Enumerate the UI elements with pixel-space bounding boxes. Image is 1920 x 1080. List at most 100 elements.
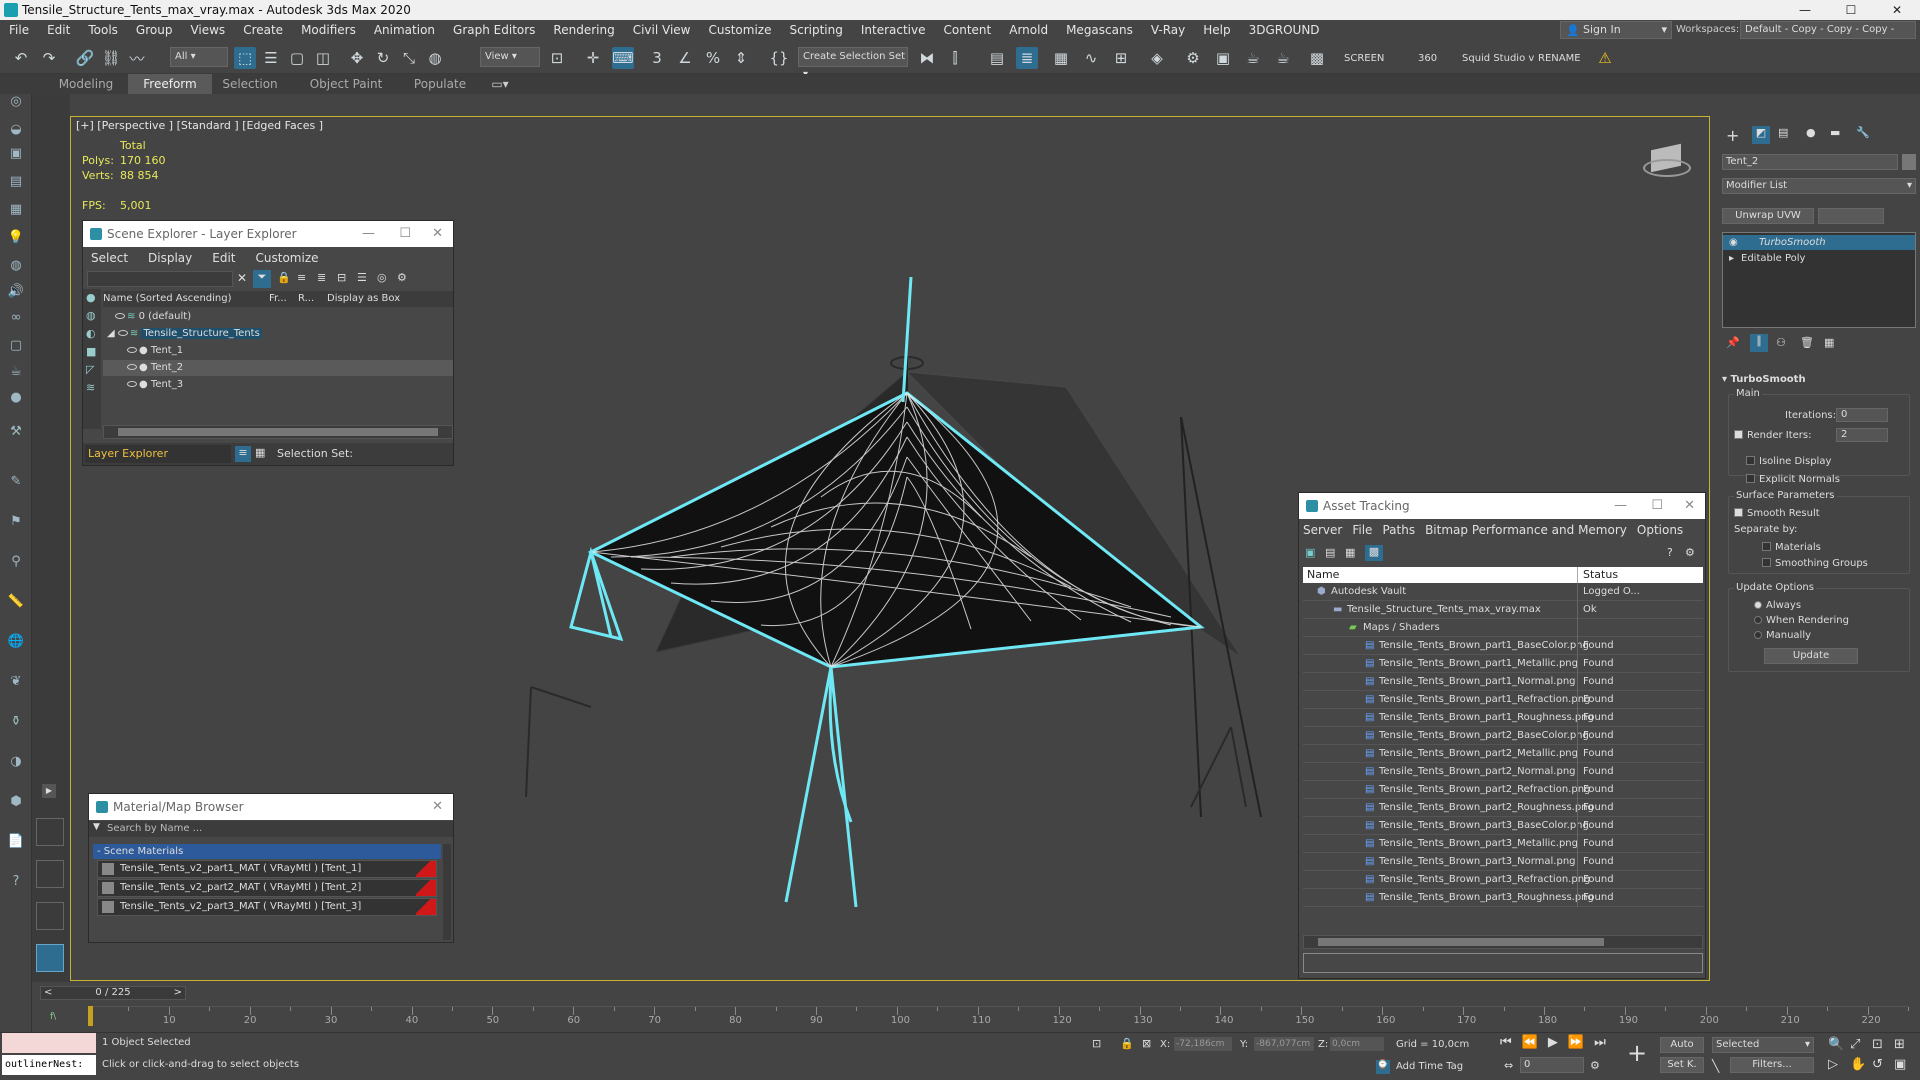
render-setup-icon[interactable]: ⚙ xyxy=(1182,47,1204,69)
menu-scripting[interactable]: Scripting xyxy=(780,20,851,40)
col-render-header[interactable]: R... xyxy=(298,293,314,304)
selection-lock-icon[interactable]: 🔒 xyxy=(1120,1037,1134,1050)
stack-item-editable-poly[interactable]: ▸ Editable Poly xyxy=(1723,251,1915,266)
curve-toggle-icon[interactable]: f\ xyxy=(50,1012,56,1022)
asset-row[interactable]: ▤ Tensile_Tents_Brown_part1_Roughness.png… xyxy=(1303,709,1703,727)
asset-row[interactable]: ▤ Tensile_Tents_Brown_part2_BaseColor.png… xyxy=(1303,727,1703,745)
select-manipulate-icon[interactable]: ✛ xyxy=(582,47,604,69)
teapot-icon[interactable]: ☕ xyxy=(6,364,26,382)
scale-icon[interactable]: ⤡ xyxy=(398,47,420,69)
hierarchy-tab-icon[interactable]: ▤ xyxy=(1778,126,1788,139)
tape-icon[interactable]: 📏 xyxy=(6,594,26,612)
tab-object-paint[interactable]: Object Paint xyxy=(306,74,386,94)
layout-grid-active[interactable] xyxy=(36,944,64,972)
visibility-eye-icon[interactable] xyxy=(127,364,137,370)
filters-button[interactable]: Filters... xyxy=(1730,1057,1814,1073)
scrollbar-thumb[interactable] xyxy=(1318,938,1604,946)
scene-materials-header[interactable]: - Scene Materials xyxy=(93,844,441,859)
lightbulb-icon[interactable]: 💡 xyxy=(6,230,26,248)
visibility-eye-icon[interactable] xyxy=(127,381,137,387)
tab-selection[interactable]: Selection xyxy=(212,74,288,94)
horizontal-scrollbar[interactable] xyxy=(103,425,453,439)
scrollbar-thumb[interactable] xyxy=(118,428,438,436)
material-search-input[interactable]: Search by Name ... xyxy=(107,823,202,834)
se-menu-display[interactable]: Display xyxy=(148,251,192,265)
view-cube-ring[interactable] xyxy=(1643,159,1691,177)
goto-start-icon[interactable]: ⏮ xyxy=(1500,1035,1512,1053)
x-coord-field[interactable]: -72,186cm xyxy=(1174,1037,1232,1051)
filter-icon[interactable]: ⏷ xyxy=(253,270,271,288)
workspaces-dropdown[interactable]: Default - Copy - Copy - Copy - Copy xyxy=(1740,21,1916,51)
display-tab-icon[interactable]: ▬ xyxy=(1830,126,1840,139)
add-layer-icon[interactable]: ≡ xyxy=(297,271,306,284)
menu-megascans[interactable]: Megascans xyxy=(1057,20,1142,40)
smooth-result-checkbox[interactable] xyxy=(1734,508,1743,517)
wrench-icon[interactable]: ⚒ xyxy=(6,424,26,442)
next-key-icon[interactable]: ⏩ xyxy=(1568,1035,1584,1053)
minimize-icon[interactable]: — xyxy=(1614,493,1627,519)
keyboard-shortcut-override-icon[interactable]: ⌨ xyxy=(612,47,634,69)
object-color-swatch[interactable] xyxy=(1902,154,1916,170)
maximize-viewport-icon[interactable]: ▣ xyxy=(1894,1057,1906,1072)
clear-search-icon[interactable]: ✕ xyxy=(237,271,247,285)
render-iters-spinner[interactable]: 2 xyxy=(1836,428,1888,442)
at-menu-server[interactable]: Server xyxy=(1303,523,1342,537)
rendered-frame-window-icon[interactable]: ▣ xyxy=(1212,47,1234,69)
visibility-eye-icon[interactable]: ◉ xyxy=(1729,235,1738,250)
earth-icon[interactable]: ◑ xyxy=(6,754,26,772)
asset-row[interactable]: ▤ Tensile_Tents_Brown_part1_Metallic.png F… xyxy=(1303,655,1703,673)
curve-editor-icon[interactable]: ∿ xyxy=(1080,47,1102,69)
col-name-header[interactable]: Name (Sorted Ascending) xyxy=(103,293,232,304)
material-item[interactable]: Tensile_Tents_v2_part3_MAT ( VRayMtl ) [… xyxy=(97,898,437,916)
at-menu-paths[interactable]: Paths xyxy=(1382,523,1415,537)
select-object-icon[interactable]: ⬚ xyxy=(234,47,256,69)
window-crossing-icon[interactable]: ◫ xyxy=(312,47,334,69)
box-icon[interactable]: ▢ xyxy=(6,338,26,356)
set-key-plus-icon[interactable]: + xyxy=(1622,1039,1652,1069)
angle-snap-icon[interactable]: ∠ xyxy=(674,47,696,69)
named-selection-dropdown[interactable]: Create Selection Set ▾ xyxy=(798,47,908,80)
asset-row[interactable]: ▤ Tensile_Tents_Brown_part1_BaseColor.png… xyxy=(1303,637,1703,655)
sphere-icon[interactable]: ● xyxy=(6,390,26,408)
asset-row[interactable]: ▤ Tensile_Tents_Brown_part1_Refraction.pn… xyxy=(1303,691,1703,709)
isolate-icon[interactable]: ⊡ xyxy=(1092,1037,1101,1050)
layout-grid-1[interactable] xyxy=(36,818,64,846)
display-objects-icon[interactable]: ● xyxy=(86,291,96,304)
spinner-snap-icon[interactable]: ⇕ xyxy=(730,47,752,69)
add-time-tag[interactable]: Add Time Tag xyxy=(1396,1061,1463,1072)
align-icon[interactable]: ⫿ xyxy=(944,47,966,69)
tab-modeling[interactable]: Modeling xyxy=(44,74,128,94)
document-icon[interactable]: 📄 xyxy=(6,834,26,852)
tree-row[interactable]: ● Tent_3 xyxy=(103,377,453,393)
minimize-button[interactable]: — xyxy=(1782,0,1828,20)
next-frame-icon[interactable]: > xyxy=(174,987,182,999)
turbosmooth-rollout-header[interactable]: ▾ TurboSmooth xyxy=(1722,374,1916,386)
maximize-button[interactable]: ☐ xyxy=(1828,0,1874,20)
show-end-result-icon[interactable]: ∥ xyxy=(1750,334,1768,352)
material-search-bar[interactable]: ▼ Search by Name ... xyxy=(89,821,453,837)
select-by-name-icon[interactable]: ☰ xyxy=(260,47,282,69)
menu-edit[interactable]: Edit xyxy=(38,20,79,40)
time-slider[interactable]: < 0 / 225 > xyxy=(40,986,186,1000)
vertical-scrollbar[interactable] xyxy=(443,844,451,940)
zoom-extents-all-icon[interactable]: ⊞ xyxy=(1894,1037,1905,1052)
zoom-extents-icon[interactable]: ⊡ xyxy=(1872,1037,1883,1052)
expand-arrow-icon[interactable]: ▶ xyxy=(42,784,56,798)
asset-row[interactable]: ▤ Tensile_Tents_Brown_part2_Roughness.png… xyxy=(1303,799,1703,817)
layers-icon[interactable]: ▤ xyxy=(6,174,26,192)
col-freeze-header[interactable]: Fr... xyxy=(269,293,287,304)
display-lights-icon[interactable]: ■ xyxy=(86,345,96,358)
scene-explorer-search[interactable] xyxy=(87,271,233,287)
modifier-list-dropdown[interactable]: Modifier List ▾ xyxy=(1722,178,1916,194)
audio-icon[interactable]: 🔊 xyxy=(6,284,26,302)
pin-stack-icon[interactable]: 📌 xyxy=(1726,336,1740,349)
asset-row[interactable]: ▤ Tensile_Tents_Brown_part3_Metallic.png F… xyxy=(1303,835,1703,853)
expand-arrow-icon[interactable]: ▸ xyxy=(1729,251,1734,266)
key-mode-icon[interactable]: ⇔ xyxy=(1504,1059,1513,1072)
viewport-label[interactable]: [+] [Perspective ] [Standard ] [Edged Fa… xyxy=(76,119,323,132)
tree-row-selected[interactable]: ● Tent_2 xyxy=(103,360,453,376)
smoothing-groups-checkbox[interactable] xyxy=(1762,558,1771,567)
update-button[interactable]: Update xyxy=(1764,648,1858,664)
current-frame-marker[interactable] xyxy=(88,1006,93,1026)
key-filters-icon[interactable]: ╲ xyxy=(1712,1059,1719,1073)
